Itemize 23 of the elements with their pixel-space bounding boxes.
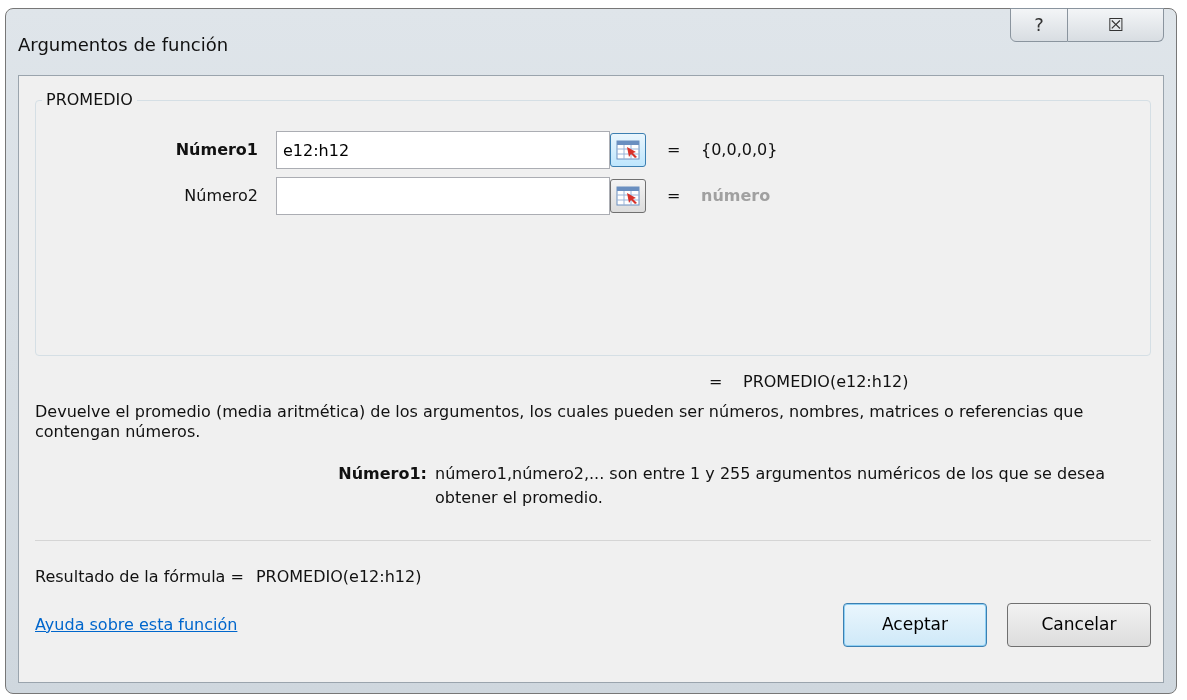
argument-input-field[interactable]: e12:h12 — [276, 131, 610, 169]
argument-value: {0,0,0,0} — [701, 139, 778, 161]
close-button[interactable]: ☒ — [1068, 8, 1164, 42]
argument-help-text: número1,número2,... son entre 1 y 255 argumentos numéricos de los que se desea obtener el promedio. — [435, 463, 1106, 509]
argument-type-hint: número — [701, 185, 771, 207]
help-button[interactable]: ? — [1010, 8, 1068, 42]
equals-sign: = — [709, 371, 724, 393]
argument-label: Número1 — [174, 139, 259, 161]
ok-button[interactable]: Aceptar — [843, 603, 987, 647]
formula-result-label: Resultado de la fórmula = — [35, 566, 244, 588]
argument-help-label: Número1: — [337, 463, 428, 485]
collapse-dialog-button[interactable] — [610, 133, 646, 167]
argument-input-field[interactable] — [276, 177, 610, 215]
window-title: Argumentos de función — [18, 33, 229, 57]
function-description: Devuelve el promedio (media aritmética) de los argumentos, los cuales pueden ser números, nombres, matrices o referencias que contengan números. — [35, 402, 1085, 442]
help-link[interactable]: Ayuda sobre esta función — [35, 613, 238, 637]
overall-result: PROMEDIO(e12:h12) — [743, 371, 909, 393]
argument-label: Número2 — [183, 185, 259, 207]
equals-sign: = — [667, 185, 682, 207]
collapse-dialog-button[interactable] — [610, 179, 646, 213]
cancel-button[interactable]: Cancelar — [1007, 603, 1151, 647]
equals-sign: = — [667, 139, 682, 161]
formula-result-value: PROMEDIO(e12:h12) — [255, 566, 422, 588]
